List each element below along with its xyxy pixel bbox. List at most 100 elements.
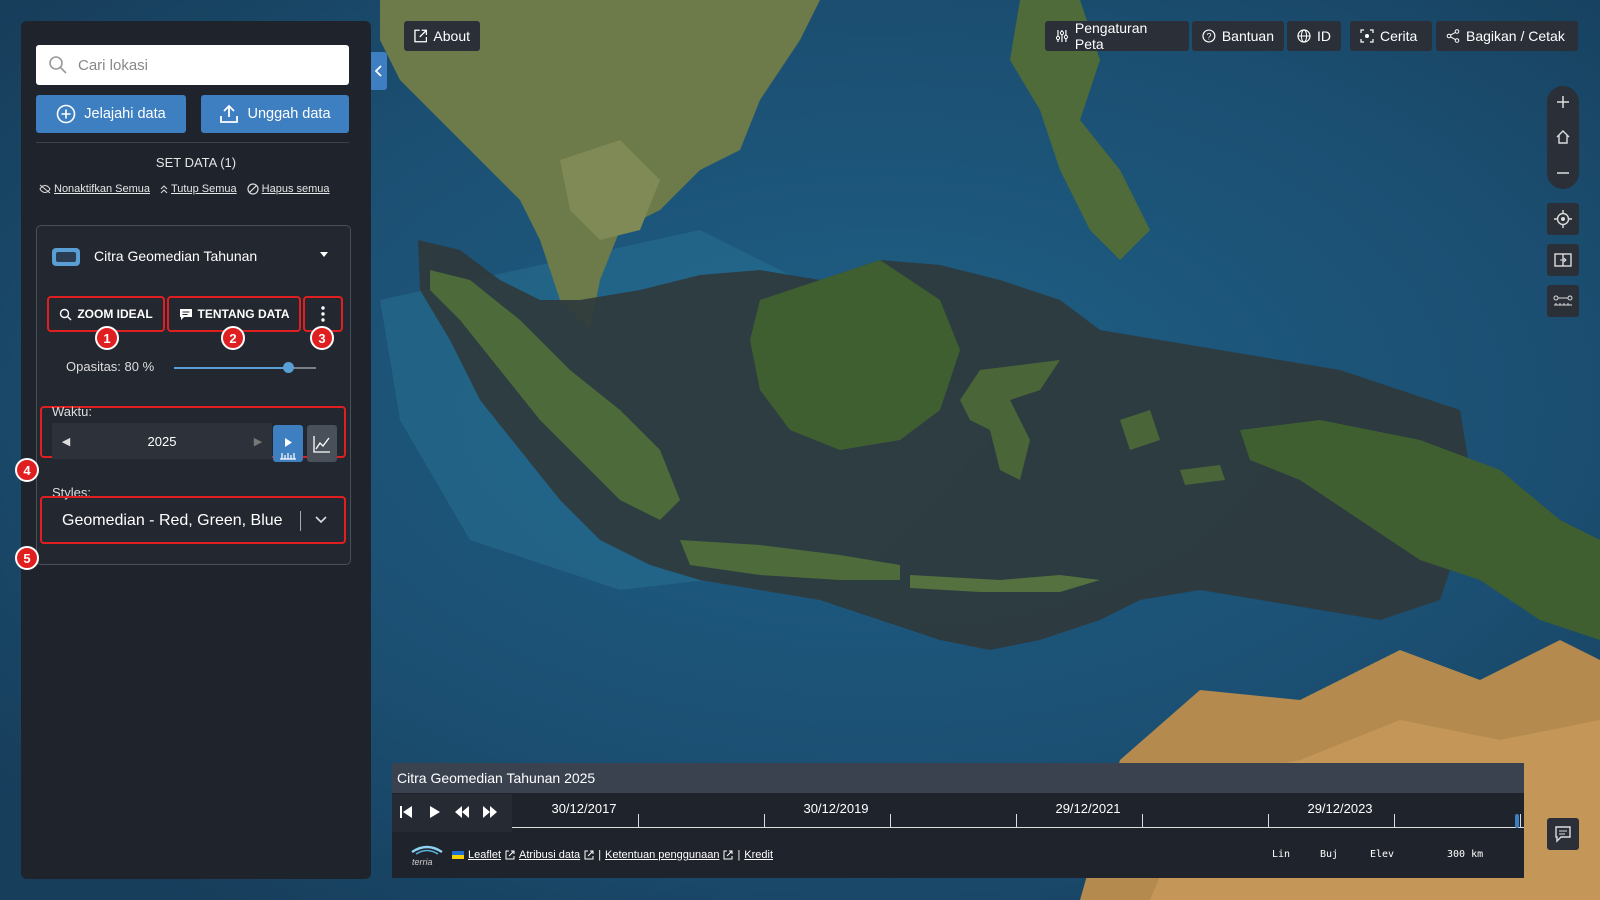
callout-badge-3: 3 <box>310 326 334 350</box>
timeline-tick <box>638 814 639 827</box>
chevron-left-icon <box>375 65 382 77</box>
fast-forward-icon[interactable] <box>482 804 498 820</box>
opacity-label: Opasitas: 80 % <box>66 359 155 374</box>
workbench-panel: Jelajahi data Unggah data SET DATA (1) N… <box>21 21 371 879</box>
collapse-all-link[interactable]: Tutup Semua <box>160 183 237 195</box>
skip-back-icon[interactable] <box>398 804 414 820</box>
about-data-label: TENTANG DATA <box>197 307 290 321</box>
credit-separator: | <box>598 849 602 861</box>
sliders-icon <box>1055 30 1068 42</box>
search-input[interactable] <box>76 55 340 75</box>
external-link-icon <box>723 850 733 860</box>
disable-all-label: Nonaktifkan Semua <box>54 183 150 195</box>
longitude-label: Buj <box>1320 849 1339 860</box>
caret-down-icon[interactable] <box>318 250 330 260</box>
zoom-in-icon[interactable] <box>1556 95 1570 109</box>
explore-data-button[interactable]: Jelajahi data <box>36 95 186 133</box>
about-button[interactable]: About <box>404 21 480 51</box>
help-label: Bantuan <box>1221 28 1274 44</box>
timeline-date-label: 30/12/2017 <box>551 801 617 816</box>
map-settings-button[interactable]: Pengaturan Peta <box>1045 20 1189 52</box>
collapse-panel-button[interactable] <box>371 52 387 90</box>
upload-icon <box>220 104 239 123</box>
next-year-button[interactable]: ▶ <box>244 435 272 448</box>
credit-separator: | <box>737 849 741 861</box>
callout-badge-1: 1 <box>95 326 119 350</box>
chevrons-up-icon <box>160 185 168 194</box>
chart-view-button[interactable] <box>307 425 337 462</box>
time-animate-button[interactable] <box>273 425 303 462</box>
home-icon[interactable] <box>1555 129 1571 145</box>
ban-icon <box>247 183 259 195</box>
timeline-current-marker[interactable] <box>1515 814 1519 828</box>
timeline-date-label: 29/12/2023 <box>1307 801 1373 816</box>
terria-logo-text: terria <box>412 857 433 867</box>
upload-data-label: Unggah data <box>247 106 331 122</box>
help-button[interactable]: ? Bantuan <box>1192 21 1284 51</box>
data-attribution-link[interactable]: Atribusi data <box>519 849 580 861</box>
timeline-tick <box>890 814 891 827</box>
zoom-controls <box>1547 86 1579 189</box>
layer-title: Citra Geomedian Tahunan <box>94 248 258 264</box>
disable-all-link[interactable]: Nonaktifkan Semua <box>39 183 150 195</box>
previous-year-button[interactable]: ◀ <box>52 435 80 448</box>
language-button[interactable]: ID <box>1287 21 1341 51</box>
map-footer: terria Leaflet Atribusi data | Ketentuan… <box>392 832 1524 878</box>
share-icon <box>1446 29 1460 43</box>
rewind-icon[interactable] <box>454 804 470 820</box>
compare-icon <box>1554 253 1572 267</box>
upload-data-button[interactable]: Unggah data <box>201 95 349 133</box>
dataset-actions: Nonaktifkan Semua Tutup Semua Hapus semu… <box>39 183 359 195</box>
timeline-axis <box>512 827 1524 828</box>
search-icon <box>60 308 72 320</box>
callout-badge-5: 5 <box>15 546 39 570</box>
story-button[interactable]: Cerita <box>1350 21 1432 51</box>
more-vertical-icon <box>321 306 325 322</box>
measure-tool-button[interactable] <box>1547 285 1579 317</box>
plus-circle-icon <box>56 104 76 124</box>
play-icon[interactable] <box>426 804 442 820</box>
elevation-label: Elev <box>1370 849 1395 860</box>
timeline-title: Citra Geomedian Tahunan 2025 <box>392 763 1524 793</box>
story-label: Cerita <box>1380 28 1418 44</box>
timeline-tick <box>764 814 765 827</box>
map-settings-label: Pengaturan Peta <box>1074 20 1148 52</box>
timeline-tick <box>1394 814 1395 827</box>
info-comment-icon <box>179 308 192 320</box>
my-location-button[interactable] <box>1547 203 1579 235</box>
split-compare-button[interactable] <box>1547 244 1579 276</box>
credits-bar: Leaflet Atribusi data | Ketentuan penggu… <box>452 849 773 861</box>
timeline-date-label: 29/12/2021 <box>1055 801 1121 816</box>
share-print-button[interactable]: Bagikan / Cetak <box>1436 21 1578 51</box>
external-link-icon <box>505 850 515 860</box>
timeline-controls: 30/12/2017 30/12/2019 29/12/2021 29/12/2023 <box>392 794 1524 832</box>
remove-all-link[interactable]: Hapus semua <box>247 183 330 195</box>
timeline-date-label: 30/12/2019 <box>803 801 869 816</box>
collapse-all-label: Tutup Semua <box>171 183 237 195</box>
credits-link[interactable]: Kredit <box>744 849 773 861</box>
year-stepper: ◀ 2025 ▶ <box>52 423 272 459</box>
play-timeline-icon <box>280 438 296 460</box>
callout-badge-2: 2 <box>221 326 245 350</box>
crosshair-icon <box>1554 210 1572 228</box>
leaflet-link[interactable]: Leaflet <box>468 849 501 861</box>
timeline-panel: Citra Geomedian Tahunan 2025 30/12/2017 3… <box>392 763 1524 878</box>
search-box <box>36 45 349 85</box>
layer-visibility-toggle[interactable] <box>52 248 80 266</box>
dataset-count-title: SET DATA (1) <box>155 155 237 170</box>
latitude-label: Lin <box>1272 849 1291 860</box>
opacity-slider-handle[interactable] <box>282 362 294 373</box>
terms-of-use-link[interactable]: Ketentuan penggunaan <box>605 849 719 861</box>
style-selected-value: Geomedian - Red, Green, Blue <box>62 512 283 529</box>
timeline-tick <box>1016 814 1017 827</box>
divider <box>36 142 349 143</box>
timeline-scale[interactable]: 30/12/2017 30/12/2019 29/12/2021 29/12/2023 <box>512 794 1524 832</box>
style-select[interactable]: Geomedian - Red, Green, Blue <box>50 503 335 539</box>
zoom-out-icon[interactable] <box>1556 166 1570 180</box>
svg-text:?: ? <box>1206 31 1211 41</box>
feedback-button[interactable] <box>1547 818 1579 850</box>
scale-bar-label: 300 km <box>1447 849 1484 860</box>
time-label: Waktu: <box>52 404 92 419</box>
remove-all-label: Hapus semua <box>261 183 330 195</box>
share-print-label: Bagikan / Cetak <box>1466 28 1565 44</box>
